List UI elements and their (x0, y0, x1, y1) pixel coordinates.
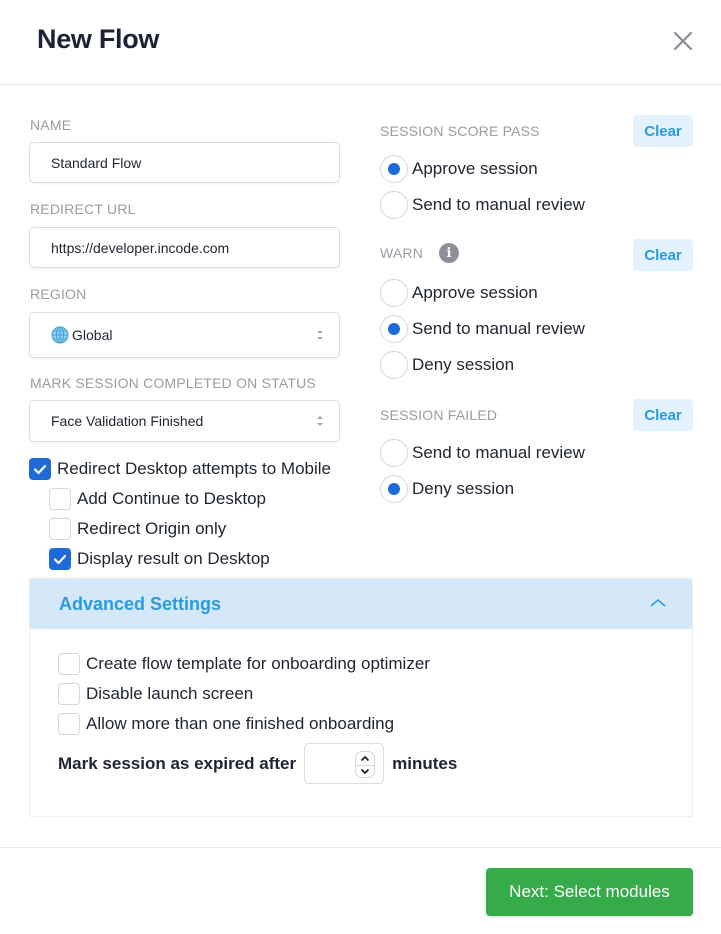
increment-button[interactable] (356, 752, 374, 765)
checkbox-label: Redirect Origin only (77, 519, 227, 538)
name-value: Standard Flow (51, 154, 142, 171)
radio-label: Send to manual review (412, 195, 585, 214)
redirect-origin-only-checkbox[interactable]: Redirect Origin only (49, 518, 226, 540)
close-button[interactable] (670, 28, 696, 54)
modal-header: New Flow (0, 0, 721, 85)
expire-suffix: minutes (392, 753, 458, 773)
redirect-url-label: REDIRECT URL (30, 201, 136, 217)
advanced-settings-toggle[interactable]: Advanced Settings (30, 579, 692, 629)
allow-multiple-onboarding-checkbox[interactable]: Allow more than one finished onboarding (58, 713, 394, 735)
expire-setting: Mark session as expired after minutes (58, 743, 457, 784)
session-failed-label: SESSION FAILED (380, 407, 498, 423)
checkbox-label: Redirect Desktop attempts to Mobile (57, 459, 332, 478)
clear-session-failed-button[interactable]: Clear (633, 399, 693, 431)
redirect-url-value: https://developer.incode.com (51, 239, 230, 256)
radio-circle[interactable] (380, 155, 408, 183)
warn-approve-radio[interactable]: Approve session (380, 279, 538, 307)
session-score-pass-label: SESSION SCORE PASS (380, 123, 540, 139)
failed-manual-review-radio[interactable]: Send to manual review (380, 439, 585, 467)
checkbox-box[interactable] (58, 653, 80, 675)
expire-prefix: Mark session as expired after (58, 753, 297, 773)
checkbox-box[interactable] (29, 458, 51, 480)
checkbox-box[interactable] (49, 548, 71, 570)
redirect-url-input[interactable]: https://developer.incode.com (29, 227, 340, 268)
radio-label: Deny session (412, 479, 515, 498)
warn-label: WARN (380, 245, 424, 261)
radio-label: Send to manual review (412, 443, 585, 462)
select-arrows-icon (317, 416, 323, 426)
radio-label: Approve session (412, 283, 538, 302)
expire-minutes-input[interactable] (304, 743, 385, 784)
chevron-up-icon (360, 755, 370, 762)
pass-manual-review-radio[interactable]: Send to manual review (380, 191, 585, 219)
radio-label: Deny session (412, 355, 515, 374)
create-flow-template-checkbox[interactable]: Create flow template for onboarding opti… (58, 653, 430, 675)
checkbox-box[interactable] (49, 488, 71, 510)
region-select[interactable]: Global (29, 312, 340, 358)
chevron-up-icon (650, 599, 666, 607)
display-result-desktop-checkbox[interactable]: Display result on Desktop (49, 548, 270, 570)
radio-label: Send to manual review (412, 319, 585, 338)
radio-circle[interactable] (380, 315, 408, 343)
checkbox-label: Create flow template for onboarding opti… (86, 654, 430, 673)
checkbox-label: Add Continue to Desktop (77, 489, 267, 508)
clear-session-score-pass-button[interactable]: Clear (633, 115, 693, 147)
disable-launch-screen-checkbox[interactable]: Disable launch screen (58, 683, 253, 705)
checkbox-label: Display result on Desktop (77, 549, 270, 568)
spinner (355, 751, 376, 778)
info-icon[interactable]: i (439, 243, 459, 263)
region-label: REGION (30, 286, 87, 302)
checkbox-label: Allow more than one finished onboarding (86, 714, 395, 733)
warn-deny-radio[interactable]: Deny session (380, 351, 514, 379)
select-arrows-icon (317, 330, 323, 340)
chevron-down-icon (360, 768, 370, 775)
modal-title: New Flow (37, 24, 160, 54)
radio-circle[interactable] (380, 351, 408, 379)
radio-circle[interactable] (380, 279, 408, 307)
mark-completed-select[interactable]: Face Validation Finished (29, 400, 340, 442)
name-input[interactable]: Standard Flow (29, 142, 340, 183)
add-continue-desktop-checkbox[interactable]: Add Continue to Desktop (49, 488, 266, 510)
failed-deny-radio[interactable]: Deny session (380, 475, 514, 503)
checkbox-box[interactable] (58, 683, 80, 705)
region-value: Global (72, 327, 113, 343)
checkbox-box[interactable] (58, 713, 80, 735)
mark-completed-value: Face Validation Finished (51, 413, 204, 429)
checkbox-box[interactable] (49, 518, 71, 540)
radio-label: Approve session (412, 159, 538, 178)
advanced-settings-title: Advanced Settings (59, 594, 222, 614)
redirect-desktop-checkbox[interactable]: Redirect Desktop attempts to Mobile (29, 458, 331, 480)
radio-circle[interactable] (380, 191, 408, 219)
name-label: NAME (30, 117, 72, 133)
next-select-modules-button[interactable]: Next: Select modules (486, 868, 693, 916)
checkbox-label: Disable launch screen (86, 684, 254, 703)
mark-completed-label: MARK SESSION COMPLETED ON STATUS (30, 375, 316, 391)
warn-manual-review-radio[interactable]: Send to manual review (380, 315, 585, 343)
clear-warn-button[interactable]: Clear (633, 239, 693, 271)
footer-divider (0, 847, 721, 848)
radio-circle[interactable] (380, 475, 408, 503)
globe-icon (51, 326, 69, 344)
pass-approve-radio[interactable]: Approve session (380, 155, 538, 183)
decrement-button[interactable] (356, 765, 374, 778)
close-icon (673, 31, 693, 51)
radio-circle[interactable] (380, 439, 408, 467)
